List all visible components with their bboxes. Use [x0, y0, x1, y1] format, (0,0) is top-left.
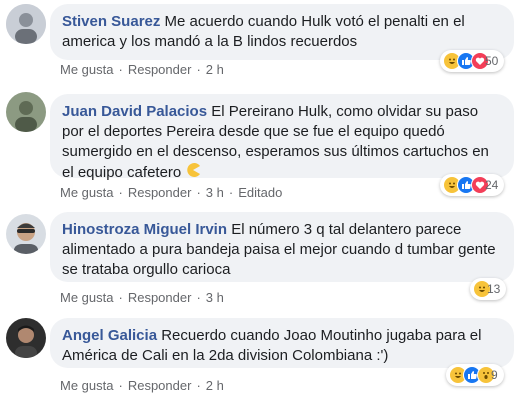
timestamp[interactable]: 3 h — [206, 290, 224, 305]
separator-dot: · — [228, 185, 234, 200]
avatar-photo — [6, 214, 46, 254]
separator-dot: · — [118, 185, 123, 200]
avatar-photo — [6, 4, 46, 44]
reaction-count: 13 — [487, 282, 501, 296]
comment-actions: Me gusta · Responder · 3 h — [60, 290, 224, 305]
separator-dot: · — [196, 290, 201, 305]
separator-dot: · — [196, 62, 201, 77]
timestamp[interactable]: 2 h — [206, 378, 224, 393]
comment-author[interactable]: Angel Galicia — [62, 327, 157, 344]
reaction-count: 9 — [491, 368, 498, 382]
reply-link[interactable]: Responder — [128, 290, 192, 305]
reply-link[interactable]: Responder — [128, 378, 192, 393]
separator-dot: · — [196, 185, 201, 200]
reply-link[interactable]: Responder — [128, 62, 192, 77]
avatar[interactable] — [6, 318, 46, 358]
like-link[interactable]: Me gusta — [60, 62, 113, 77]
comment-bubble: Juan David Palacios El Pereirano Hulk, c… — [50, 94, 514, 181]
pacman-emoji-icon — [185, 162, 201, 184]
reactions-summary[interactable]: 24 — [440, 174, 505, 196]
timestamp[interactable]: 2 h — [206, 62, 224, 77]
separator-dot: · — [196, 378, 201, 393]
avatar[interactable] — [6, 4, 46, 44]
comment-author[interactable]: Juan David Palacios — [62, 103, 207, 120]
comment-actions: Me gusta · Responder · 2 h — [60, 378, 224, 393]
comment-author[interactable]: Stiven Suarez — [62, 13, 160, 30]
timestamp[interactable]: 3 h — [206, 185, 224, 200]
comment-bubble: Hinostroza Miguel Irvin El número 3 q ta… — [50, 212, 514, 282]
avatar[interactable] — [6, 92, 46, 132]
avatar-photo — [6, 318, 46, 358]
like-link[interactable]: Me gusta — [60, 378, 113, 393]
comment-author[interactable]: Hinostroza Miguel Irvin — [62, 221, 227, 238]
comment-bubble: Angel Galicia Recuerdo cuando Joao Mouti… — [50, 318, 514, 368]
reactions-summary[interactable]: 50 — [440, 50, 505, 72]
comment-actions: Me gusta · Responder · 3 h · Editado — [60, 185, 282, 200]
like-link[interactable]: Me gusta — [60, 290, 113, 305]
reaction-count: 50 — [485, 54, 499, 68]
separator-dot: · — [118, 62, 123, 77]
avatar-photo — [6, 92, 46, 132]
avatar[interactable] — [6, 214, 46, 254]
reactions-summary[interactable]: 9 — [446, 364, 504, 386]
reply-link[interactable]: Responder — [128, 185, 192, 200]
edited-label[interactable]: Editado — [238, 185, 282, 200]
reactions-summary[interactable]: 13 — [470, 278, 507, 300]
reaction-count: 24 — [485, 178, 499, 192]
separator-dot: · — [118, 378, 123, 393]
like-link[interactable]: Me gusta — [60, 185, 113, 200]
separator-dot: · — [118, 290, 123, 305]
comment-actions: Me gusta · Responder · 2 h — [60, 62, 224, 77]
